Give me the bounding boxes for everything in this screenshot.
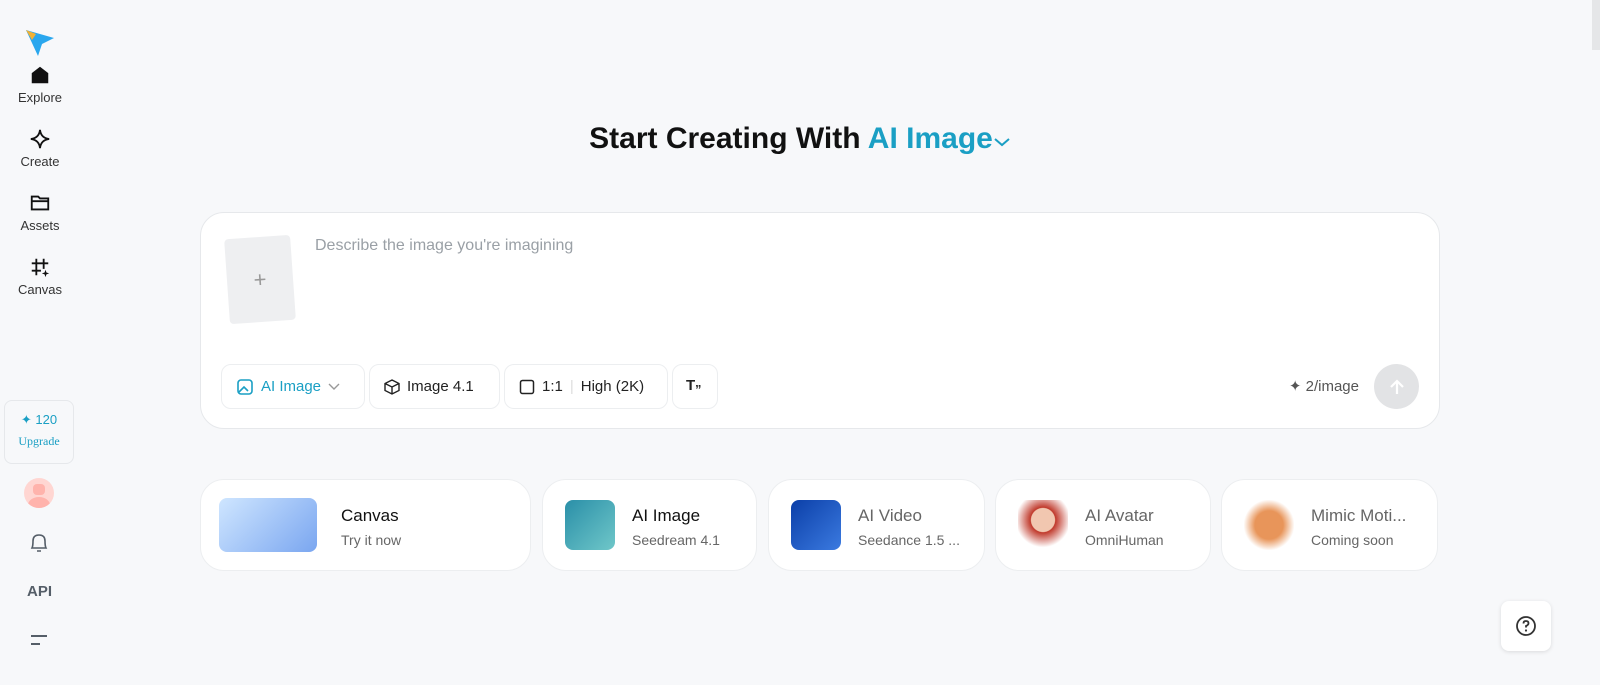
upgrade-button[interactable]: ✦ 120 Upgrade [4, 400, 74, 464]
folder-icon [30, 195, 50, 211]
page-title: Start Creating With AI Image [0, 122, 1600, 156]
prompt-box: + Describe the image you're imagining AI… [200, 212, 1440, 429]
cost-label: ✦ 2/image [1288, 378, 1359, 395]
chevron-down-icon [328, 383, 340, 390]
ai-image-thumbnail [565, 500, 615, 550]
app-logo-icon[interactable] [24, 26, 56, 58]
sidebar-item-assets[interactable]: Assets [0, 192, 80, 233]
sidebar: Explore Create Assets Canvas ✦ 120 Upgra… [0, 0, 80, 685]
sparkle-icon: ✦ [20, 412, 32, 427]
sidebar-item-canvas[interactable]: Canvas [0, 256, 80, 297]
sidebar-item-label: Create [20, 154, 60, 169]
home-icon [31, 66, 49, 84]
sidebar-item-label: Canvas [17, 282, 63, 297]
sidebar-item-label: Assets [20, 218, 60, 233]
text-style-button[interactable]: T” [672, 364, 718, 409]
canvas-thumbnail [219, 498, 317, 552]
card-ai-avatar[interactable]: AI Avatar OmniHuman [995, 479, 1211, 571]
mode-dropdown[interactable]: AI Image [221, 364, 365, 409]
sidebar-item-explore[interactable]: Explore [0, 64, 80, 105]
image-icon [237, 378, 253, 395]
ai-avatar-thumbnail [1018, 500, 1068, 550]
prompt-input[interactable]: Describe the image you're imagining [315, 237, 573, 255]
card-ai-video[interactable]: AI Video Seedance 1.5 ... [768, 479, 985, 571]
sidebar-item-label: Explore [17, 90, 63, 105]
question-icon [1516, 616, 1536, 636]
ratio-quality-selector[interactable]: 1:1 | High (2K) [504, 364, 668, 409]
cube-icon [384, 378, 400, 395]
card-mimic-motion[interactable]: Mimic Moti... Coming soon [1221, 479, 1438, 571]
text-icon: T” [686, 376, 702, 397]
menu-icon[interactable] [30, 632, 48, 648]
mode-selector[interactable]: AI Image [868, 122, 1011, 155]
arrow-up-icon [1389, 378, 1404, 394]
card-canvas[interactable]: Canvas Try it now [200, 479, 531, 571]
chevron-down-icon [994, 138, 1010, 147]
mimic-motion-thumbnail [1244, 500, 1294, 550]
sparkle-icon: ✦ [1288, 378, 1302, 395]
upload-image-button[interactable]: + [224, 234, 296, 325]
bell-icon[interactable] [29, 532, 49, 554]
square-icon [519, 379, 535, 394]
divider: | [569, 378, 574, 395]
credit-count: 120 [35, 412, 58, 427]
model-selector[interactable]: Image 4.1 [369, 364, 500, 409]
upgrade-label: Upgrade [18, 434, 60, 448]
scrollbar[interactable] [1592, 0, 1600, 50]
crop-icon [31, 258, 50, 278]
card-ai-image[interactable]: AI Image Seedream 4.1 [542, 479, 757, 571]
avatar[interactable] [24, 478, 54, 508]
help-button[interactable] [1501, 601, 1551, 651]
ai-video-thumbnail [791, 500, 841, 550]
api-link[interactable]: API [27, 583, 52, 600]
send-button[interactable] [1374, 364, 1419, 409]
